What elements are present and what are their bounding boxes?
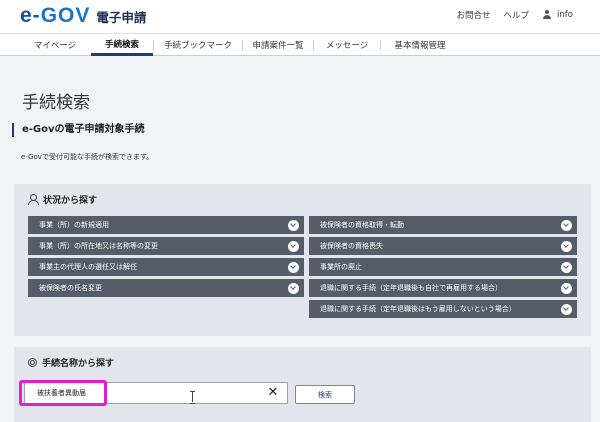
situation-item-label: 被保険者の資格喪失 xyxy=(320,242,383,250)
chevron-down-icon xyxy=(561,241,572,252)
search-icon xyxy=(28,358,37,367)
chevron-down-icon xyxy=(288,220,299,231)
help-link[interactable]: ヘルプ xyxy=(504,9,530,21)
situation-item-label: 退職に関する手続（定年退職後も自社で再雇用する場合） xyxy=(320,284,502,292)
situation-item[interactable]: 事業主の代理人の選任又は解任 xyxy=(28,258,304,276)
section-title: e-Govの電子申請対象手続 xyxy=(12,123,145,137)
situation-item-label: 事業主の代理人の選任又は解任 xyxy=(39,263,137,271)
tab-applications[interactable]: 申請案件一覧 xyxy=(243,34,313,56)
tab-procedure-search[interactable]: 手続検索 xyxy=(91,34,153,56)
situation-heading-label: 状況から探す xyxy=(43,196,98,206)
situation-item[interactable]: 退職に関する手続（定年退職後はもう雇用しないという場合） xyxy=(309,300,577,318)
situation-item[interactable]: 事業（所）の新規適用 xyxy=(28,216,304,234)
situation-panel: 状況から探す 事業（所）の新規適用 事業（所）の所在地又は名称等の変更 事業主の… xyxy=(14,184,591,336)
name-search-heading-label: 手続名称から探す xyxy=(42,359,115,369)
situation-item[interactable]: 被保険者の資格喪失 xyxy=(309,237,577,255)
search-button[interactable]: 検索 xyxy=(295,385,355,404)
name-search-heading: 手続名称から探す xyxy=(28,356,114,369)
logo-subtitle: 電子申請 xyxy=(96,9,147,25)
page-title: 手続検索 xyxy=(22,93,90,113)
chevron-down-icon xyxy=(288,283,299,294)
clear-icon[interactable]: ✕ xyxy=(266,386,280,400)
chevron-down-icon xyxy=(561,220,572,231)
situation-item-label: 事業（所）の所在地又は名称等の変更 xyxy=(39,242,158,250)
situation-item[interactable]: 事業所の廃止 xyxy=(309,258,577,276)
chevron-down-icon xyxy=(561,304,572,315)
egov-logo[interactable]: e-GOV 電子申請 xyxy=(20,4,147,27)
situation-item-label: 被保険者の氏名変更 xyxy=(39,284,102,292)
situation-item-label: 事業（所）の新規適用 xyxy=(39,221,109,229)
top-bar: e-GOV 電子申請 お問合せ ヘルプ info xyxy=(0,0,600,33)
user-icon xyxy=(542,10,552,20)
chevron-down-icon xyxy=(288,241,299,252)
main-nav: マイページ 手続検索 手続ブックマーク 申請案件一覧 メッセージ 基本情報管理 xyxy=(0,33,600,56)
text-cursor-icon xyxy=(190,391,195,404)
chevron-down-icon xyxy=(561,283,572,294)
page-description: e-Govで受付可能な手続が検索できます。 xyxy=(21,153,154,161)
tab-messages[interactable]: メッセージ xyxy=(314,34,380,56)
situation-item-label: 事業所の廃止 xyxy=(320,263,362,271)
user-name: info xyxy=(557,10,573,20)
contact-link[interactable]: お問合せ xyxy=(457,9,491,21)
situation-heading: 状況から探す xyxy=(28,193,97,206)
logo-mark: e-GOV xyxy=(20,4,91,27)
situation-item[interactable]: 被保険者の資格取得・転勤 xyxy=(309,216,577,234)
name-search-panel: 手続名称から探す ✕ 検索 xyxy=(14,347,591,422)
tab-mypage[interactable]: マイページ xyxy=(20,34,90,56)
header-links: お問合せ ヘルプ info xyxy=(457,9,573,21)
situation-item[interactable]: 退職に関する手続（定年退職後も自社で再雇用する場合） xyxy=(309,279,577,297)
chevron-down-icon xyxy=(561,262,572,273)
tab-basic-info[interactable]: 基本情報管理 xyxy=(381,34,459,56)
situation-item[interactable]: 事業（所）の所在地又は名称等の変更 xyxy=(28,237,304,255)
input-highlight xyxy=(19,380,107,406)
user-menu[interactable]: info xyxy=(542,10,573,20)
person-icon xyxy=(28,194,39,205)
situation-item-label: 被保険者の資格取得・転勤 xyxy=(320,221,404,229)
situation-item-label: 退職に関する手続（定年退職後はもう雇用しないという場合） xyxy=(320,305,516,313)
chevron-down-icon xyxy=(288,262,299,273)
situation-item[interactable]: 被保険者の氏名変更 xyxy=(28,279,304,297)
tab-bookmarks[interactable]: 手続ブックマーク xyxy=(154,34,242,56)
